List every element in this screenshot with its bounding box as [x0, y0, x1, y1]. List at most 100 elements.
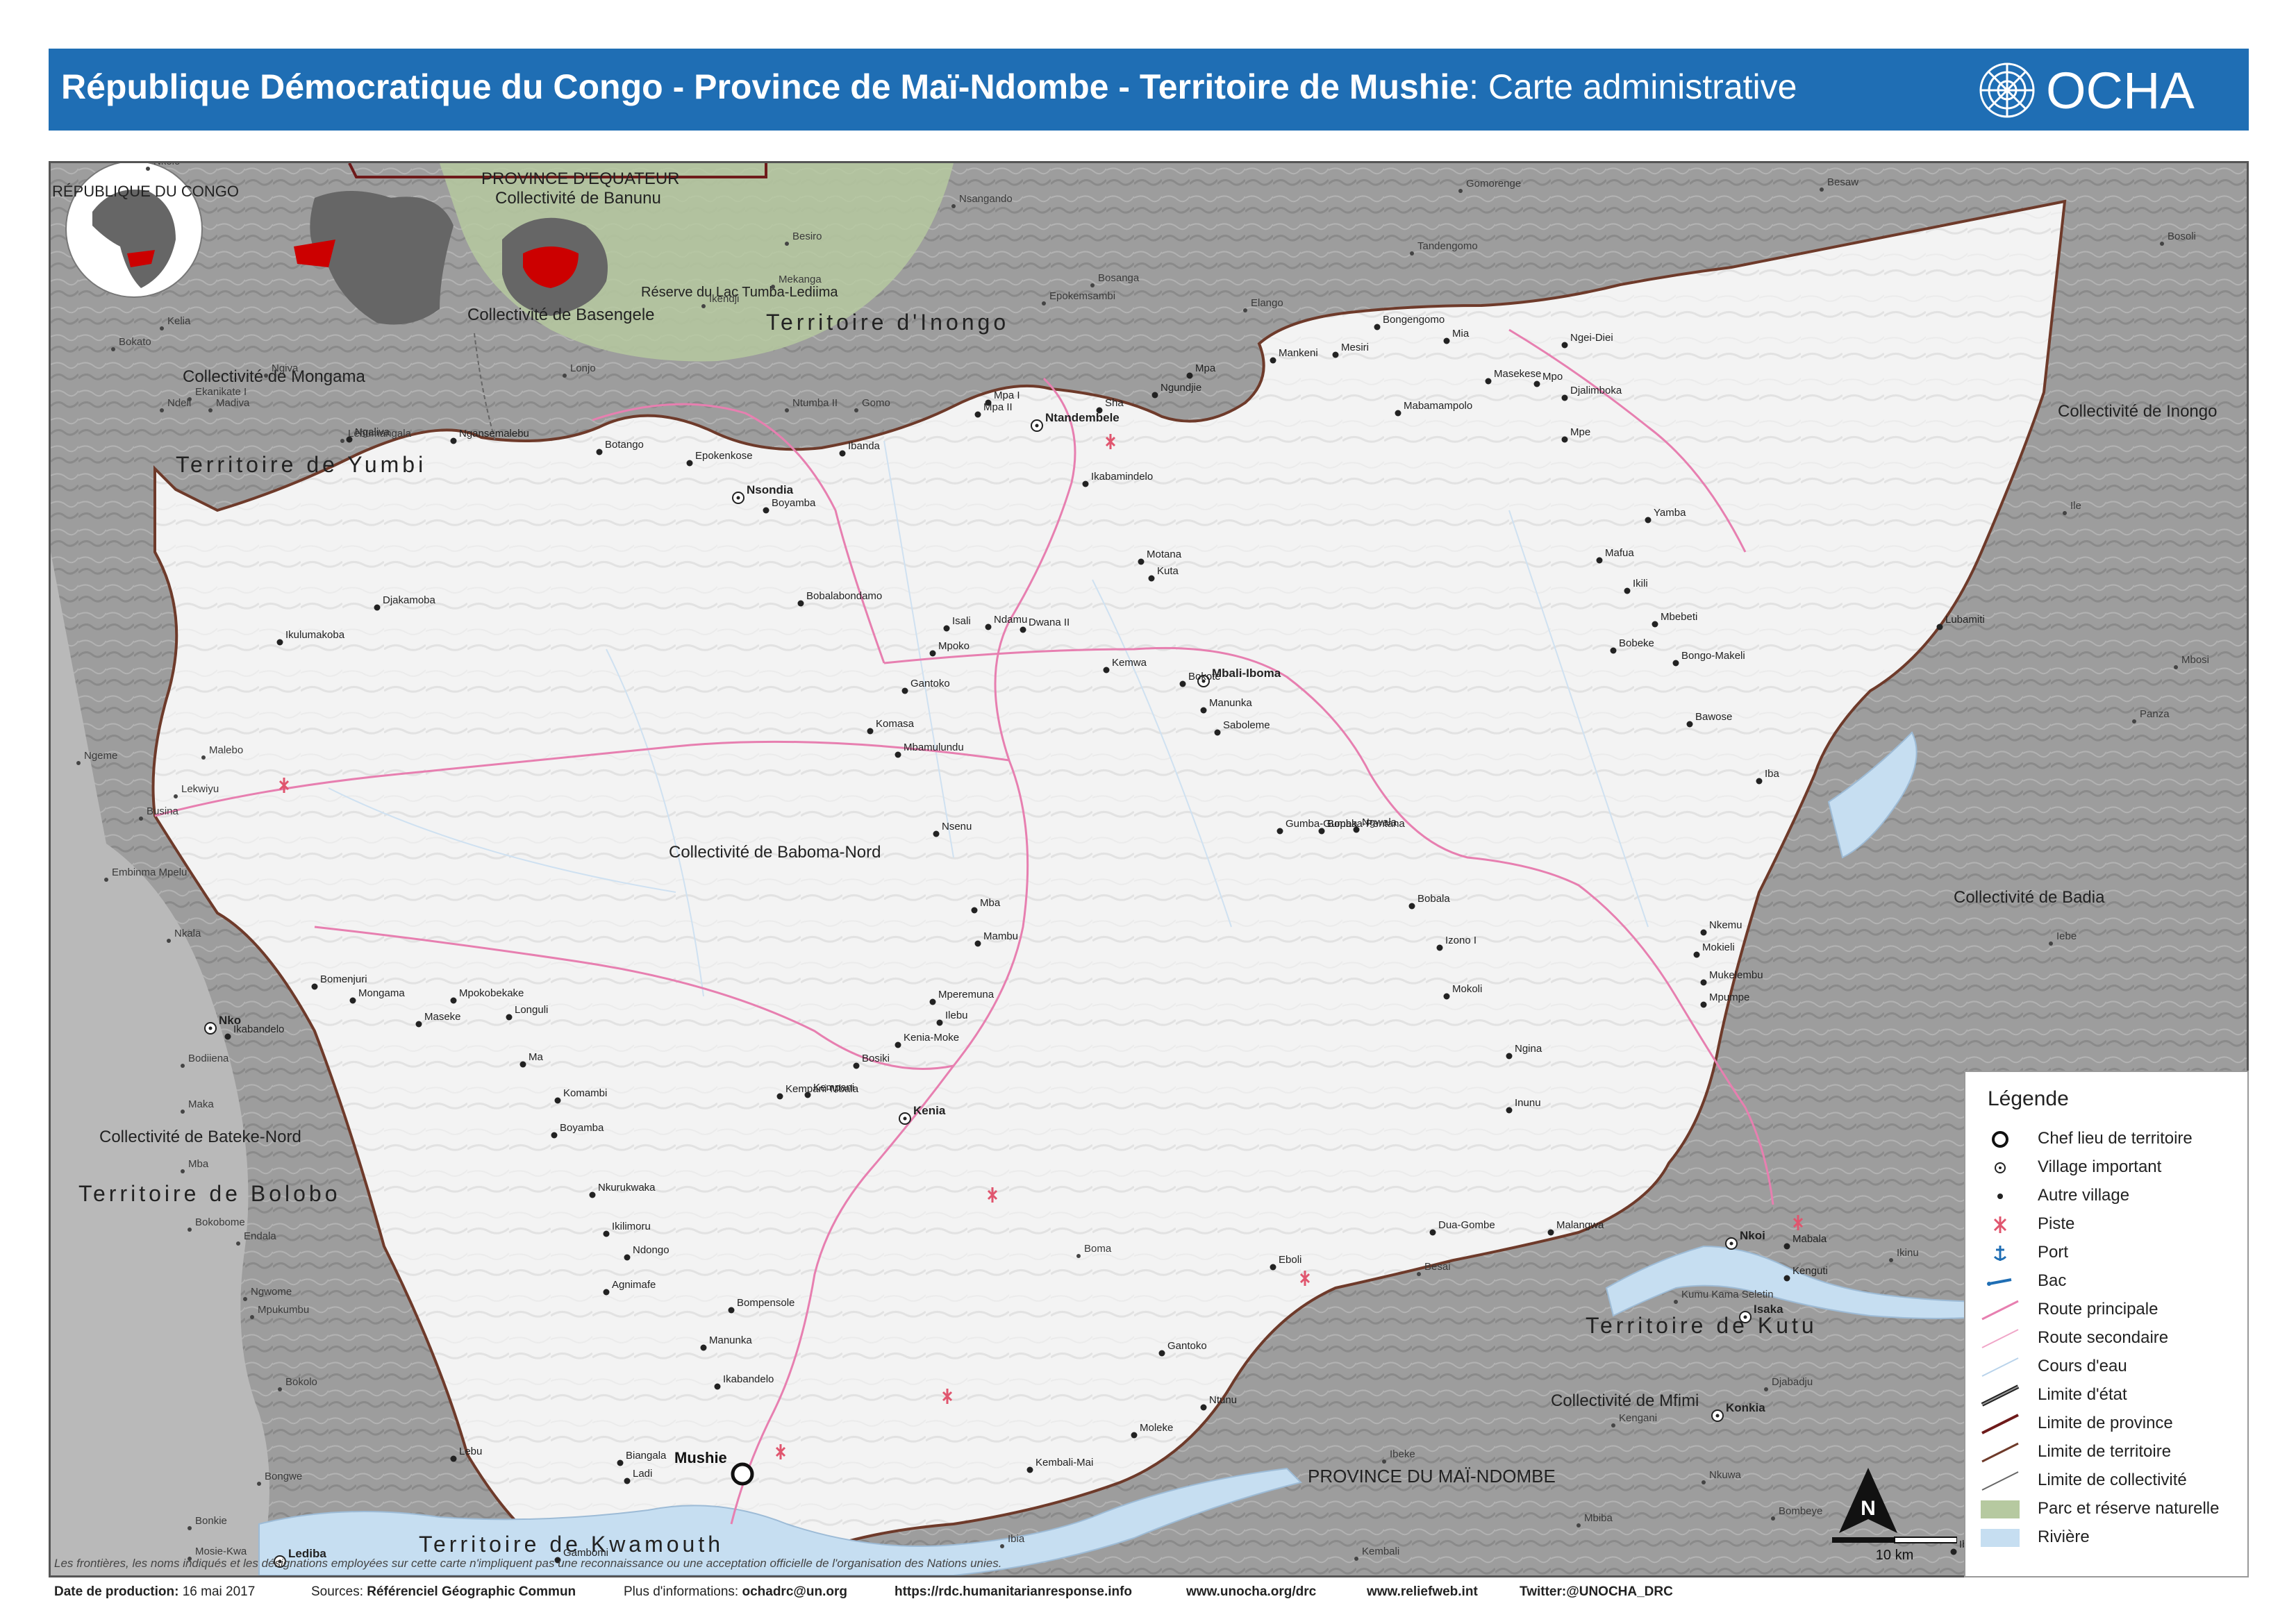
- village-label: Bosoli: [2168, 231, 2196, 242]
- village-label: Ibia: [1008, 1533, 1025, 1545]
- village-label: Bombeye: [1779, 1505, 1822, 1517]
- village-label: Ngwome: [251, 1286, 292, 1298]
- title-bold: République Démocratique du Congo - Provi…: [61, 67, 1470, 106]
- village-label: Komambi: [563, 1087, 607, 1099]
- village-label: Bongengomo: [1383, 314, 1445, 326]
- village-label: Bompensole: [737, 1297, 795, 1309]
- north-label: N: [1861, 1497, 1876, 1520]
- village-label: Kemwa: [1112, 657, 1147, 669]
- village-label: Besaw: [1827, 176, 1858, 188]
- village-label: Boyamba: [560, 1122, 604, 1134]
- footer-info: Plus d'informations: ochadrc@un.org: [624, 1584, 848, 1599]
- village-label: Besiro: [792, 231, 822, 242]
- legend-label: Limite de territoire: [2038, 1442, 2172, 1461]
- village-label: Ikinu: [1897, 1247, 1919, 1259]
- footer-url-reliefweb[interactable]: www.reliefweb.int: [1367, 1584, 1478, 1600]
- legend-label: Rivière: [2038, 1527, 2090, 1546]
- footer-url-unocha[interactable]: www.unocha.org/drc: [1186, 1584, 1316, 1600]
- village-label: Kembali: [1362, 1546, 1399, 1557]
- port-icon: [1993, 1246, 2007, 1261]
- village-label: Mbiba: [1584, 1512, 1613, 1524]
- village-label: Ndamu: [994, 614, 1027, 626]
- village-label: Madiva: [216, 397, 250, 409]
- village-label: Bobalabondamo: [806, 590, 882, 602]
- village-label: Mpumpe: [1709, 991, 1749, 1003]
- label-coll-bateke-nord: Collectivité de Bateke-Nord: [99, 1128, 301, 1146]
- piste-icon: [1993, 1216, 2007, 1233]
- disclaimer: Les frontières, les noms indiqués et les…: [54, 1557, 1002, 1570]
- riviere-icon: [1981, 1529, 2020, 1547]
- limite-etat-icon: [1981, 1384, 2020, 1407]
- village-label: Ekanikate I: [195, 386, 247, 398]
- label-province-maindombe: PROVINCE DU MAÏ-NDOMBE: [1308, 1466, 1556, 1487]
- village-label: Ikabandelo: [723, 1373, 774, 1385]
- village-label: Nkuwa: [1709, 1469, 1742, 1481]
- village-label: Bobeke: [1619, 637, 1654, 649]
- legend-item-limite-collectivite: Limite de collectivité: [1979, 1468, 2243, 1496]
- village-label: Ndongo: [633, 1244, 669, 1256]
- village-label: Bodiiena: [188, 1053, 229, 1064]
- village-label: Mpa II: [983, 401, 1013, 413]
- legend-label: Piste: [2038, 1214, 2075, 1233]
- village-label: Mankeni: [1279, 347, 1318, 359]
- village-label: Ibeke: [1390, 1448, 1415, 1460]
- label-province-equateur: PROVINCE D'EQUATEUR: [481, 169, 680, 188]
- village-label: Maseke: [424, 1011, 461, 1023]
- header-banner: République Démocratique du Congo - Provi…: [49, 49, 2249, 131]
- village-label: Mba: [188, 1158, 209, 1170]
- village-label: Mpo: [1542, 371, 1563, 383]
- village-label: Isaka: [1754, 1303, 1783, 1316]
- route-secondaire-icon: [1981, 1329, 2019, 1348]
- label-coll-banunu: Collectivité de Banunu: [495, 189, 661, 208]
- scale-label: 10 km: [1876, 1548, 1913, 1563]
- scale-bar: 10 km: [1832, 1537, 1957, 1563]
- village-label: Djakamoba: [383, 594, 436, 606]
- legend-label: Chef lieu de territoire: [2038, 1129, 2193, 1148]
- bac-icon: [1987, 1278, 2012, 1286]
- legend-panel: Légende Chef lieu de territoire Village i…: [1964, 1071, 2249, 1577]
- footer-twitter[interactable]: Twitter:@UNOCHA_DRC: [1520, 1584, 1673, 1600]
- village-label: Ngwala: [1362, 817, 1397, 828]
- village-label: Ikulumakoba: [285, 629, 345, 641]
- title-rest: : Carte administrative: [1469, 67, 1797, 106]
- village-label: Ikabandelo: [233, 1023, 284, 1035]
- village-label: Mabala: [1792, 1233, 1827, 1245]
- legend-item-limite-province: Limite de province: [1979, 1411, 2243, 1439]
- village-label: Tandengomo: [1417, 240, 1478, 252]
- un-emblem-icon: [1979, 62, 2035, 118]
- village-label: Dua-Gombe: [1438, 1219, 1495, 1231]
- village-label: Bokolo: [285, 1376, 317, 1388]
- village-label: Lebumangala: [348, 428, 412, 440]
- limite-territoire-icon: [1981, 1442, 2019, 1463]
- village-label: Gantoko: [910, 678, 950, 689]
- label-territoire-bolobo: Territoire de Bolobo: [78, 1181, 340, 1206]
- village-label: Djabadju: [1772, 1376, 1813, 1388]
- village-label: Epokenkose: [695, 450, 753, 462]
- label-chef-lieu: Mushie: [674, 1449, 727, 1466]
- village-label: Ilebu: [945, 1010, 968, 1021]
- legend-label: Cours d'eau: [2038, 1357, 2127, 1375]
- legend-label: Bac: [2038, 1271, 2067, 1290]
- village-label: Iba: [1765, 768, 1780, 780]
- village-label: Bokato: [119, 336, 151, 348]
- village-label: Nsondia: [747, 483, 794, 496]
- village-label: Ikendji: [709, 293, 739, 305]
- legend-item-port: Port: [1979, 1240, 2243, 1268]
- map-frame: Territoire d'Inongo Territoire de Yumbi …: [49, 161, 2249, 1577]
- village-label: Mongama: [358, 987, 405, 999]
- village-label: Mabamampolo: [1404, 400, 1472, 412]
- village-label: Izono I: [1445, 935, 1476, 946]
- legend-item-parc: Parc et réserve naturelle: [1979, 1496, 2243, 1524]
- village-label: Ngiva: [272, 362, 299, 374]
- village-label: Yamba: [1654, 507, 1686, 519]
- footer-url-rdc[interactable]: https://rdc.humanitarianresponse.info: [895, 1584, 1132, 1600]
- village-label: Inunu: [1515, 1097, 1541, 1109]
- village-label: Konkia: [1726, 1401, 1765, 1414]
- autre-village-icon: [1997, 1194, 2003, 1199]
- village-label: Mokoli: [1452, 983, 1482, 995]
- village-label: Botango: [605, 439, 644, 451]
- village-label: Eboli: [1279, 1254, 1301, 1266]
- village-label: Ibanda: [848, 440, 881, 452]
- village-label: Boyamba: [772, 497, 816, 509]
- village-label: Ladi: [633, 1468, 652, 1480]
